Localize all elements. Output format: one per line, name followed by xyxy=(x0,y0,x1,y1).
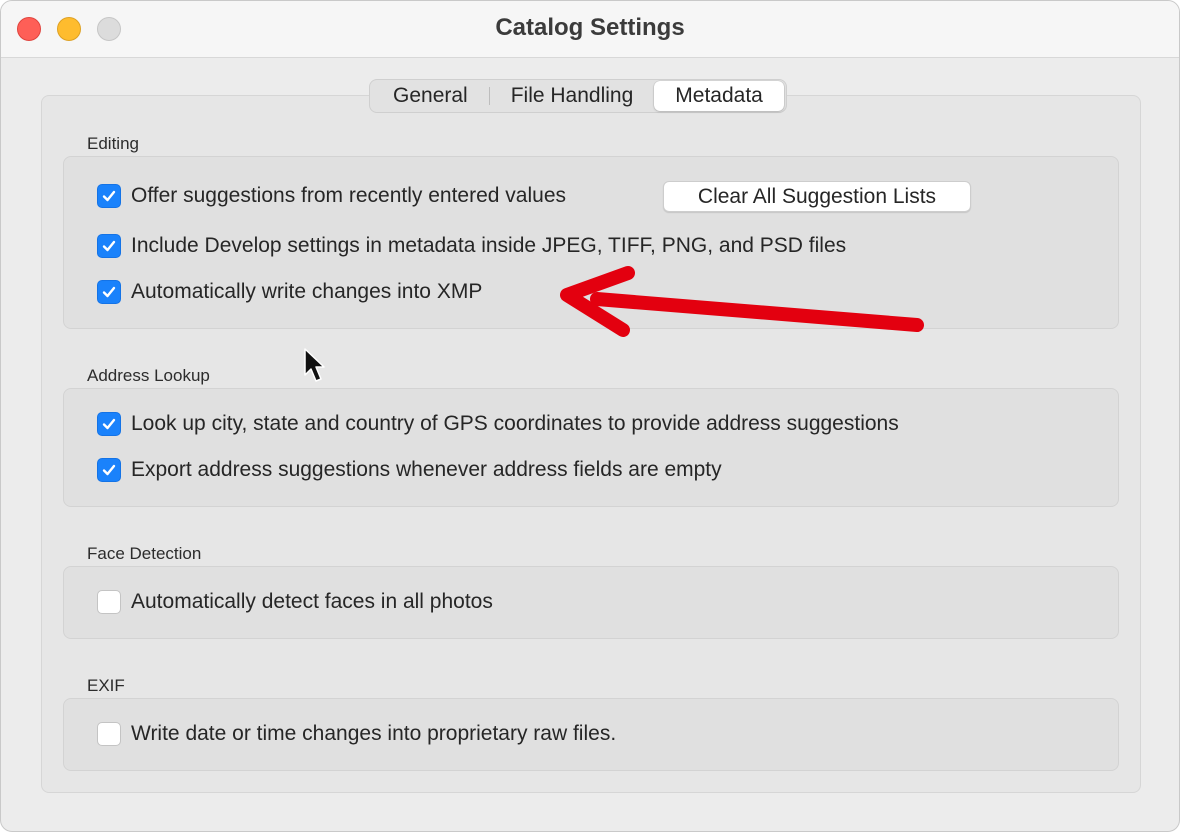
write-date-time-label: Write date or time changes into propriet… xyxy=(131,722,617,745)
export-address-checkbox[interactable] xyxy=(97,458,121,482)
checkmark-icon xyxy=(102,464,116,476)
tab-general[interactable]: General xyxy=(372,81,489,111)
exif-section-label: EXIF xyxy=(87,676,125,695)
catalog-settings-window: Catalog Settings General File Handling M… xyxy=(0,0,1180,832)
clear-all-suggestion-lists-button[interactable]: Clear All Suggestion Lists xyxy=(663,181,971,212)
editing-section-label: Editing xyxy=(87,134,139,153)
write-xmp-label: Automatically write changes into XMP xyxy=(131,280,483,303)
checkmark-icon xyxy=(102,190,116,202)
write-xmp-checkbox[interactable] xyxy=(97,280,121,304)
offer-suggestions-option[interactable]: Offer suggestions from recently entered … xyxy=(97,182,566,210)
window-title: Catalog Settings xyxy=(495,14,685,41)
title-bar[interactable]: Catalog Settings xyxy=(1,1,1179,58)
lookup-gps-label: Look up city, state and country of GPS c… xyxy=(131,412,899,435)
write-date-time-option[interactable]: Write date or time changes into propriet… xyxy=(97,720,616,748)
address-lookup-group xyxy=(63,388,1119,507)
lookup-gps-option[interactable]: Look up city, state and country of GPS c… xyxy=(97,410,899,438)
face-detection-section-label: Face Detection xyxy=(87,544,202,563)
tab-bar: General File Handling Metadata xyxy=(369,79,787,113)
offer-suggestions-checkbox[interactable] xyxy=(97,184,121,208)
offer-suggestions-label: Offer suggestions from recently entered … xyxy=(131,184,567,207)
export-address-option[interactable]: Export address suggestions whenever addr… xyxy=(97,456,722,484)
include-develop-settings-checkbox[interactable] xyxy=(97,234,121,258)
detect-faces-checkbox[interactable] xyxy=(97,590,121,614)
detect-faces-label: Automatically detect faces in all photos xyxy=(131,590,493,613)
tab-file-handling[interactable]: File Handling xyxy=(490,81,655,111)
write-date-time-checkbox[interactable] xyxy=(97,722,121,746)
detect-faces-option[interactable]: Automatically detect faces in all photos xyxy=(97,588,493,616)
write-xmp-option[interactable]: Automatically write changes into XMP xyxy=(97,278,482,306)
checkmark-icon xyxy=(102,240,116,252)
checkmark-icon xyxy=(102,418,116,430)
address-lookup-section-label: Address Lookup xyxy=(87,366,210,385)
tab-metadata[interactable]: Metadata xyxy=(654,81,784,111)
export-address-label: Export address suggestions whenever addr… xyxy=(131,458,722,481)
lookup-gps-checkbox[interactable] xyxy=(97,412,121,436)
include-develop-settings-option[interactable]: Include Develop settings in metadata ins… xyxy=(97,232,846,260)
include-develop-settings-label: Include Develop settings in metadata ins… xyxy=(131,234,847,257)
checkmark-icon xyxy=(102,286,116,298)
